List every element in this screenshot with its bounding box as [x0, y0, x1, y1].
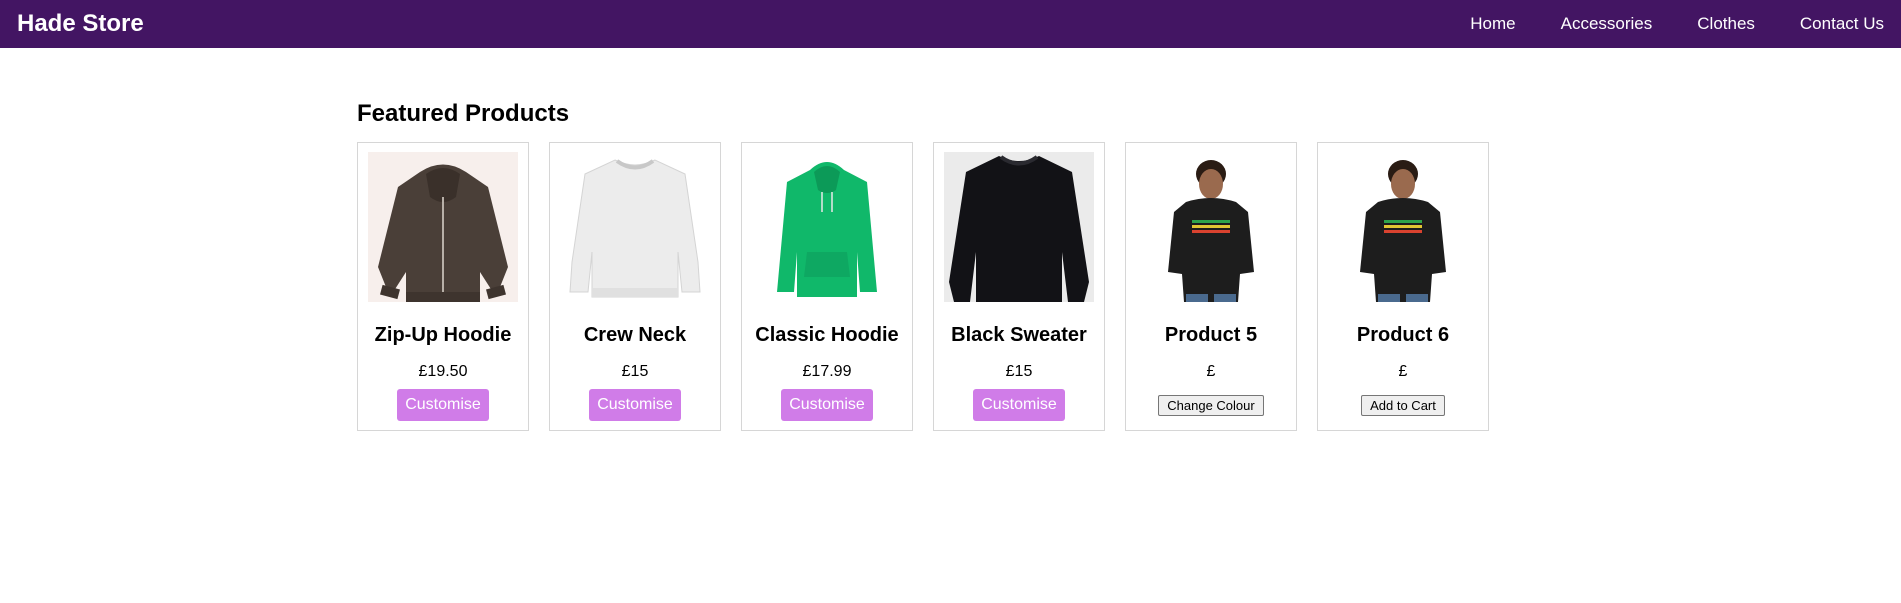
- product-grid: Zip-Up Hoodie £19.50 Customise Crew Neck…: [357, 142, 1489, 431]
- product-name: Crew Neck: [583, 324, 687, 346]
- customise-button[interactable]: Customise: [781, 389, 873, 421]
- model-hoodie-icon: [1328, 152, 1478, 302]
- product-image: [752, 152, 902, 302]
- model-hoodie-icon: [1136, 152, 1286, 302]
- product-card: Product 5 £ Change Colour: [1125, 142, 1297, 431]
- product-price: £17.99: [802, 363, 852, 380]
- product-name: Zip-Up Hoodie: [374, 324, 512, 346]
- product-name: Product 5: [1164, 324, 1258, 346]
- main-content: Featured Products Zip-Up Hoodie £19.50 C…: [357, 48, 1489, 431]
- zip-hoodie-icon: [368, 152, 518, 302]
- product-image: [1328, 152, 1478, 302]
- product-image: [1136, 152, 1286, 302]
- nav-contact-us[interactable]: Contact Us: [1800, 14, 1884, 34]
- section-title: Featured Products: [357, 100, 570, 127]
- nav-accessories[interactable]: Accessories: [1561, 14, 1653, 34]
- black-sweater-icon: [944, 152, 1094, 302]
- product-price: £: [1398, 363, 1408, 380]
- nav-clothes[interactable]: Clothes: [1697, 14, 1755, 34]
- product-price: £15: [621, 363, 649, 380]
- product-image: [944, 152, 1094, 302]
- brand-logo[interactable]: Hade Store: [17, 10, 144, 38]
- product-price: £: [1206, 363, 1216, 380]
- add-to-cart-button[interactable]: Add to Cart: [1361, 395, 1445, 416]
- product-image: [560, 152, 710, 302]
- product-name: Product 6: [1356, 324, 1450, 346]
- product-card: Black Sweater £15 Customise: [933, 142, 1105, 431]
- product-card: Product 6 £ Add to Cart: [1317, 142, 1489, 431]
- nav-home[interactable]: Home: [1470, 14, 1515, 34]
- product-name: Black Sweater: [951, 324, 1087, 346]
- product-image: [368, 152, 518, 302]
- nav-links: Home Accessories Clothes Contact Us: [1425, 14, 1884, 34]
- product-price: £19.50: [418, 363, 468, 380]
- product-price: £15: [1005, 363, 1033, 380]
- product-card: Zip-Up Hoodie £19.50 Customise: [357, 142, 529, 431]
- product-name: Classic Hoodie: [755, 324, 899, 346]
- product-card: Classic Hoodie £17.99 Customise: [741, 142, 913, 431]
- product-card: Crew Neck £15 Customise: [549, 142, 721, 431]
- green-hoodie-icon: [752, 152, 902, 302]
- top-navbar: Hade Store Home Accessories Clothes Cont…: [0, 0, 1901, 48]
- change-colour-button[interactable]: Change Colour: [1158, 395, 1264, 416]
- customise-button[interactable]: Customise: [589, 389, 681, 421]
- customise-button[interactable]: Customise: [973, 389, 1065, 421]
- crew-neck-icon: [560, 152, 710, 302]
- customise-button[interactable]: Customise: [397, 389, 489, 421]
